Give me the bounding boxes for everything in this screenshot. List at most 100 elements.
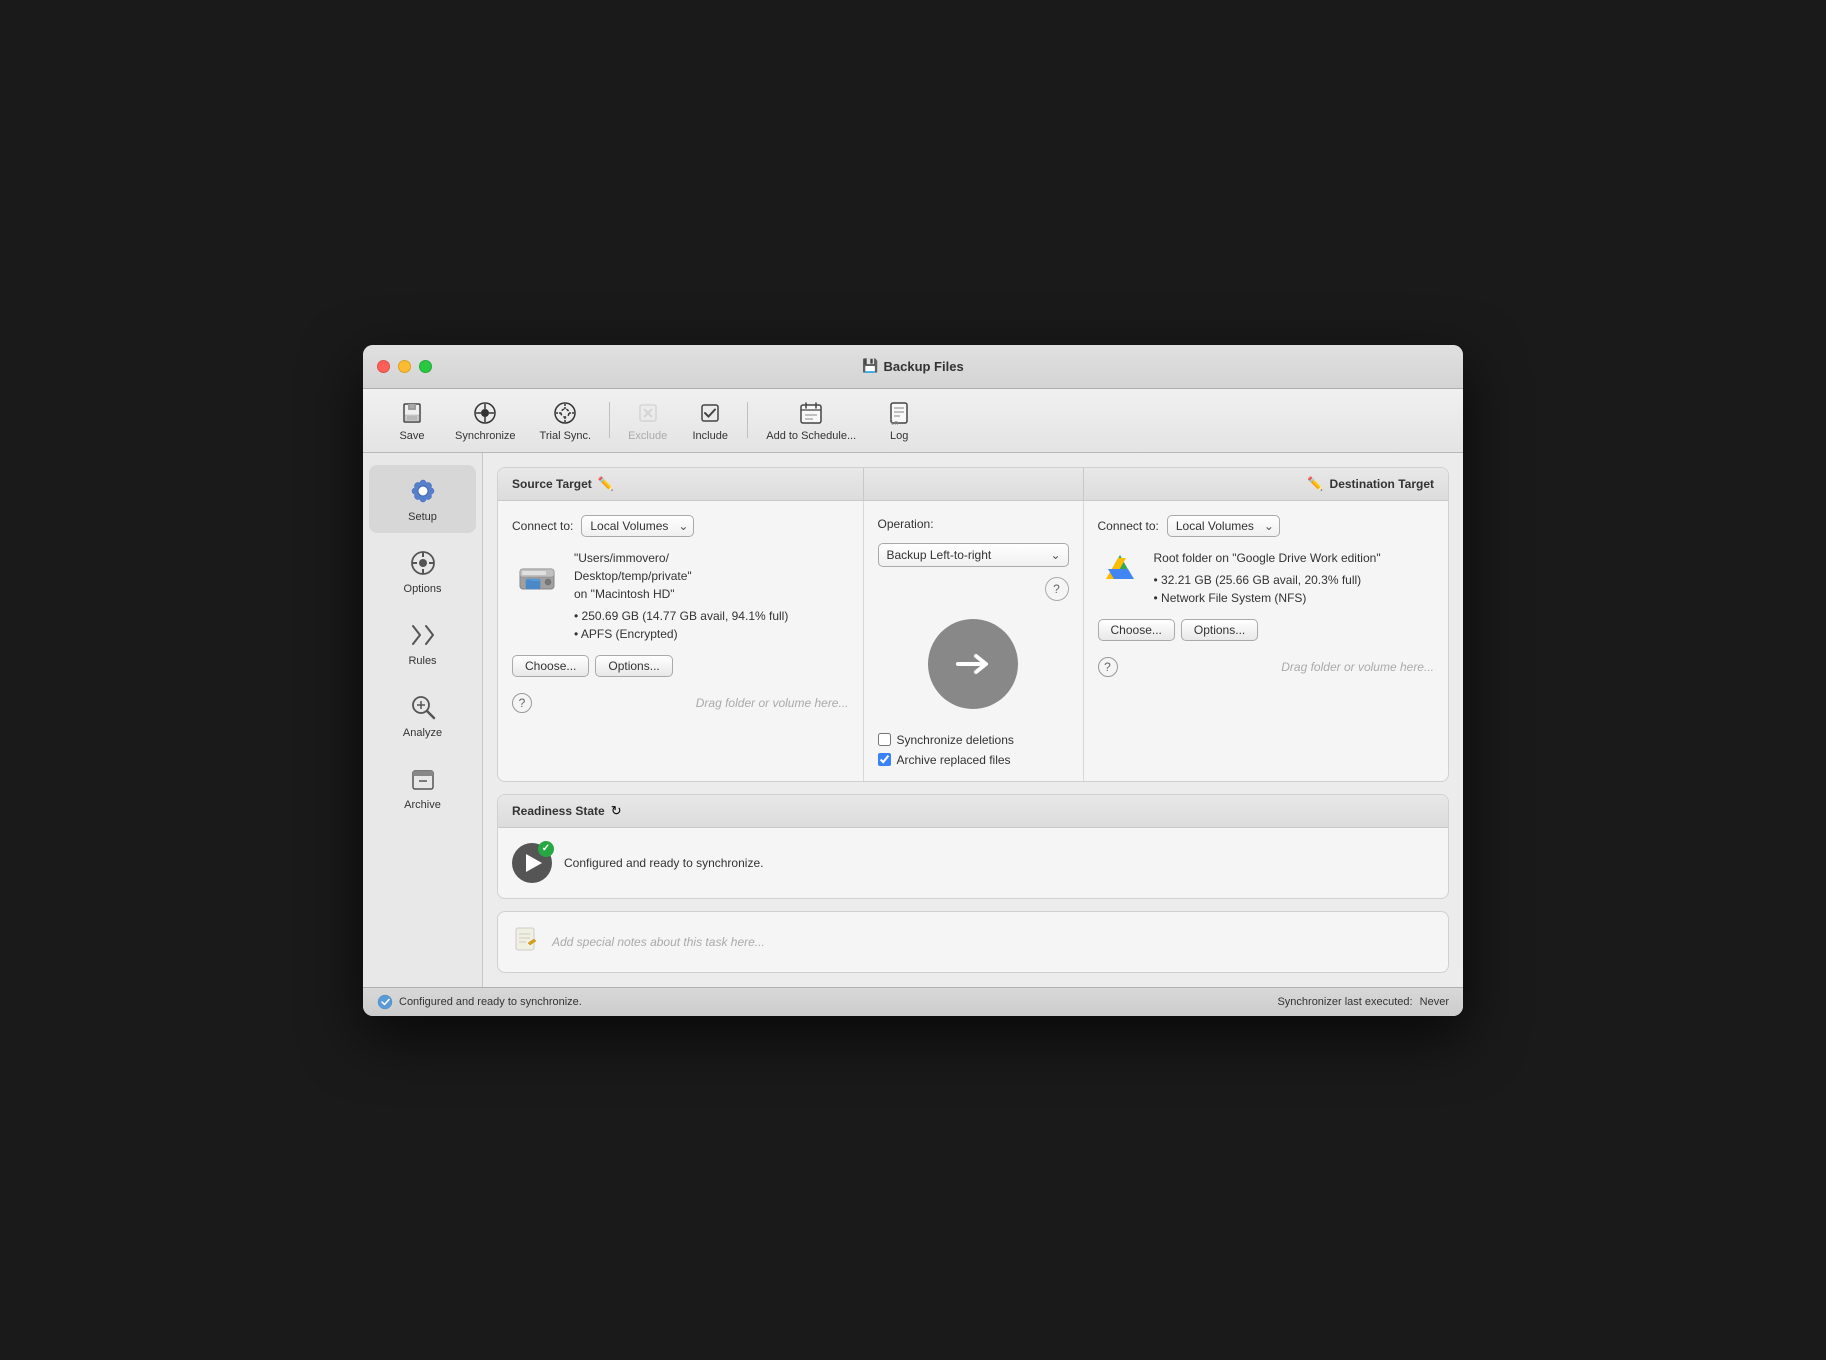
include-icon [696,399,724,427]
dest-disk-size: • 32.21 GB (25.66 GB avail, 20.3% full) [1154,571,1381,589]
analyze-label: Analyze [403,727,442,739]
synchronize-label: Synchronize [455,430,516,442]
dest-help-button[interactable]: ? [1098,657,1118,677]
include-button[interactable]: Include [681,395,739,446]
save-button[interactable]: Save [383,395,441,446]
setup-label: Setup [408,511,437,523]
rules-label: Rules [408,655,436,667]
setup-icon [407,475,439,507]
source-info-text: "Users/immovero/Desktop/temp/private"on … [574,549,788,643]
targets-body: Connect to: Local Volumes [498,501,1448,781]
trial-sync-button[interactable]: Trial Sync. [530,395,602,446]
last-executed-value: Never [1420,996,1449,1008]
window-icon: 💾 [862,358,878,374]
dest-folder-label: Root folder on "Google Drive Work editio… [1154,549,1381,567]
green-check-icon: ✓ [538,841,554,857]
archive-label: Archive [404,799,441,811]
sync-deletions-checkbox[interactable] [878,733,891,746]
operation-panel: Operation: Backup Left-to-right ? [864,501,1084,781]
maximize-button[interactable] [419,360,432,373]
archive-replaced-checkbox[interactable] [878,753,891,766]
status-icon [377,994,393,1010]
rules-icon [407,619,439,651]
sidebar-item-archive[interactable]: Archive [369,753,476,821]
titlebar: 💾 Backup Files [363,345,1463,389]
notes-content: Add special notes about this task here..… [498,912,1448,972]
source-body: Connect to: Local Volumes [498,501,864,781]
exclude-button[interactable]: Exclude [618,395,677,446]
dest-choose-button[interactable]: Choose... [1098,619,1175,641]
main-content: Source Target ✏️ ✏️ Destination Target [483,453,1463,987]
trial-sync-icon [551,399,579,427]
sidebar-item-rules[interactable]: Rules [369,609,476,677]
dest-options-button[interactable]: Options... [1181,619,1258,641]
sidebar-item-analyze[interactable]: Analyze [369,681,476,749]
readiness-title: Readiness State [512,804,605,818]
readiness-content: ✓ Configured and ready to synchronize. [498,828,1448,898]
dest-connect-select[interactable]: Local Volumes [1167,515,1280,537]
synchronize-icon [471,399,499,427]
operation-header [864,468,1084,501]
svg-text:ln: ln [890,419,898,426]
log-button[interactable]: ln Log [870,395,928,446]
operation-select[interactable]: Backup Left-to-right [878,543,1069,567]
exclude-icon [634,399,662,427]
sidebar: Setup Options [363,453,483,987]
operation-help-button[interactable]: ? [1045,577,1069,601]
sidebar-item-setup[interactable]: Setup [369,465,476,533]
source-disk-size: • 250.69 GB (14.77 GB avail, 94.1% full) [574,607,788,625]
source-hdd-icon [512,549,562,599]
operation-select-wrap: Backup Left-to-right [878,543,1069,567]
synchronize-button[interactable]: Synchronize [445,395,526,446]
dest-edit-icon[interactable]: ✏️ [1307,476,1323,492]
readiness-status-text: Configured and ready to synchronize. [564,856,763,870]
source-connect-select[interactable]: Local Volumes [581,515,694,537]
direction-arrow-circle [928,619,1018,709]
main-layout: Setup Options [363,453,1463,987]
close-button[interactable] [377,360,390,373]
source-choose-button[interactable]: Choose... [512,655,589,677]
targets-panel: Source Target ✏️ ✏️ Destination Target [497,467,1449,782]
dest-title: Destination Target [1330,477,1434,491]
traffic-lights[interactable] [377,360,432,373]
toolbar: Save Synchronize [363,389,1463,453]
analyze-icon [407,691,439,723]
gdrive-icon [1098,549,1142,593]
archive-replaced-label: Archive replaced files [897,753,1011,767]
source-edit-icon[interactable]: ✏️ [598,476,614,492]
last-executed-label: Synchronizer last executed: [1277,996,1412,1008]
source-options-button[interactable]: Options... [595,655,672,677]
refresh-icon[interactable]: ↻ [611,803,622,819]
notes-icon [512,925,540,959]
dest-info-text: Root folder on "Google Drive Work editio… [1154,549,1381,607]
readiness-header: Readiness State ↻ [498,795,1448,828]
source-help-button[interactable]: ? [512,693,532,713]
window-title: 💾 Backup Files [862,358,963,374]
status-left: Configured and ready to synchronize. [377,994,582,1010]
sync-deletions-row[interactable]: Synchronize deletions [878,733,1014,747]
sync-deletions-label: Synchronize deletions [897,733,1014,747]
source-drag-hint: Drag folder or volume here... [696,696,849,710]
dest-network-label: • Network File System (NFS) [1154,589,1381,607]
sidebar-item-options[interactable]: Options [369,537,476,605]
minimize-button[interactable] [398,360,411,373]
log-label: Log [890,430,908,442]
status-right: Synchronizer last executed: Never [1277,996,1449,1008]
dest-body: Connect to: Local Volumes [1084,501,1449,781]
exclude-label: Exclude [628,430,667,442]
trial-sync-label: Trial Sync. [540,430,592,442]
dest-header: ✏️ Destination Target [1084,468,1449,501]
add-to-schedule-button[interactable]: Add to Schedule... [756,395,866,446]
options-icon [407,547,439,579]
operation-label: Operation: [878,515,934,533]
source-path: "Users/immovero/Desktop/temp/private"on … [574,549,788,603]
readiness-play-icon: ✓ [512,843,552,883]
include-label: Include [692,430,727,442]
archive-replaced-row[interactable]: Archive replaced files [878,753,1014,767]
status-text: Configured and ready to synchronize. [399,996,582,1008]
options-label: Options [404,583,442,595]
dest-drag-hint: Drag folder or volume here... [1281,660,1434,674]
save-icon [398,399,426,427]
notes-placeholder[interactable]: Add special notes about this task here..… [552,935,765,949]
source-title: Source Target [512,477,592,491]
